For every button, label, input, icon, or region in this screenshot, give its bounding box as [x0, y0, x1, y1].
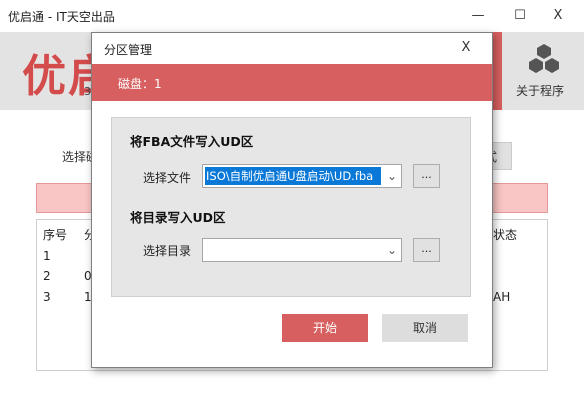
table-row-index: 2	[43, 269, 51, 283]
fba-section-title: 将FBA文件写入UD区	[130, 134, 254, 149]
select-file-label: 选择文件	[143, 171, 192, 185]
chevron-down-icon[interactable]: ⌄	[384, 165, 400, 187]
cancel-button[interactable]: 取消	[382, 314, 468, 342]
select-dir-label: 选择目录	[143, 244, 192, 258]
dir-combobox[interactable]	[202, 238, 402, 262]
maximize-button[interactable]: ☐	[500, 4, 540, 28]
file-path-value[interactable]: ISO\自制优启通U盘启动\UD.fba	[205, 167, 381, 185]
table-header-status: 状态	[493, 228, 518, 242]
browse-dir-button[interactable]: ...	[413, 238, 440, 262]
minimize-button[interactable]: —	[458, 4, 498, 28]
table-row-status: AH	[493, 290, 511, 304]
start-button[interactable]: 开始	[282, 314, 368, 342]
about-program-label[interactable]: 关于程序	[516, 82, 564, 99]
window-title: 优启通 - IT天空出品	[8, 10, 115, 24]
hexagons-icon[interactable]	[524, 42, 564, 76]
browse-file-button[interactable]: ...	[413, 164, 440, 188]
table-header-index: 序号	[43, 228, 68, 242]
table-row-index: 3	[43, 290, 51, 304]
close-button[interactable]: X	[538, 4, 578, 28]
dialog-close-button[interactable]: X	[448, 36, 484, 60]
disk-label: 磁盘：1	[118, 77, 162, 91]
table-row-index: 1	[43, 249, 51, 263]
dialog-title: 分区管理	[104, 43, 153, 57]
logo-subtext: 3	[84, 85, 91, 98]
chevron-down-icon[interactable]: ⌄	[384, 239, 400, 261]
dir-section-title: 将目录写入UD区	[130, 210, 226, 225]
